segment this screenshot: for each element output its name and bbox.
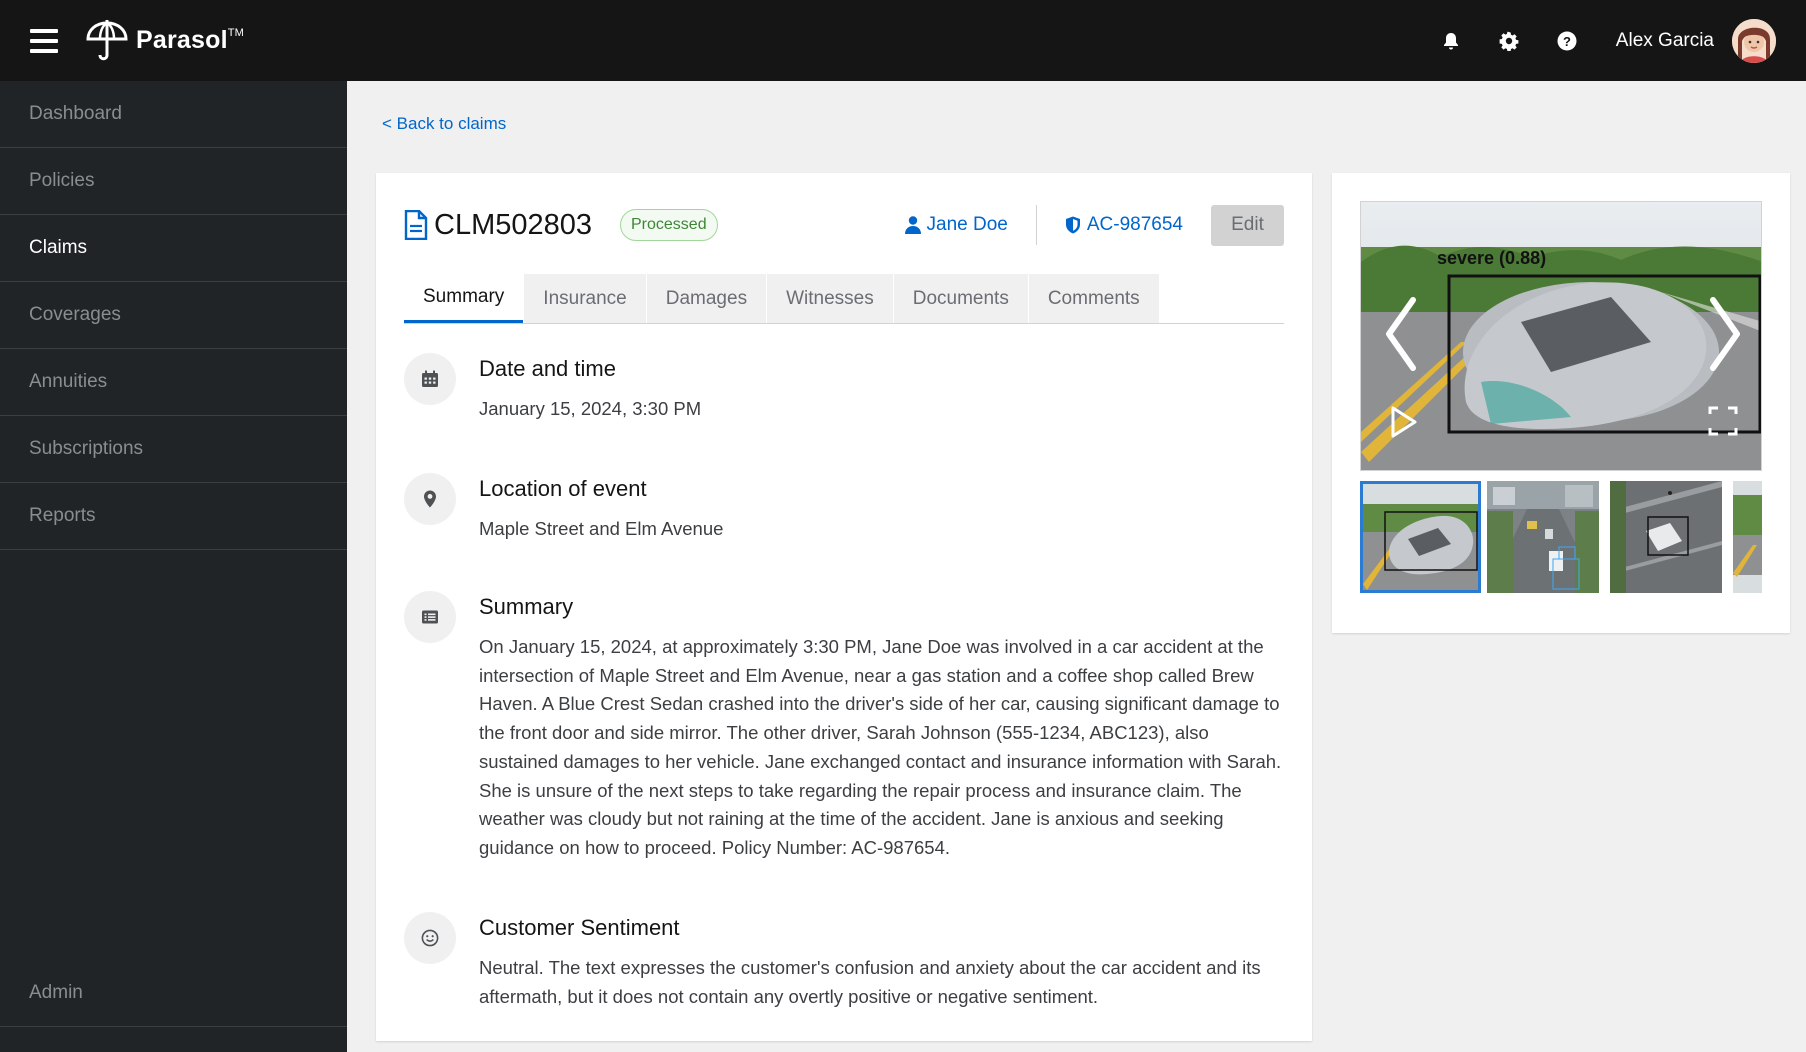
calendar-icon [404,353,456,405]
thumbnail-strip [1360,481,1762,593]
thumbnail-3[interactable] [1610,481,1722,593]
tab-damages[interactable]: Damages [645,274,767,323]
sidebar-item-coverages[interactable]: Coverages [0,282,347,349]
sidebar-item-subscriptions[interactable]: Subscriptions [0,416,347,483]
sidebar-item-dashboard[interactable]: Dashboard [0,81,347,148]
summary-title: Summary [479,594,574,619]
list-icon [404,591,456,643]
sentiment-value: Neutral. The text expresses the customer… [479,957,1261,1007]
divider [1035,205,1037,245]
claim-tabs: Summary Insurance Damages Witnesses Docu… [404,274,1284,324]
back-to-claims-link[interactable]: < Back to claims [382,114,506,134]
datetime-value: January 15, 2024, 3:30 PM [479,398,702,419]
svg-text:?: ? [1563,34,1571,49]
tab-insurance[interactable]: Insurance [523,274,646,323]
user-name[interactable]: Alex Garcia [1616,30,1714,52]
sidebar-item-annuities[interactable]: Annuities [0,349,347,416]
claim-details-card: CLM502803 Processed Jane Doe AC-987654 E… [376,173,1312,1041]
sidebar-item-admin[interactable]: Admin [0,959,347,1027]
status-badge: Processed [620,209,718,241]
datetime-title: Date and time [479,356,616,381]
help-icon[interactable]: ? [1556,30,1578,52]
accident-photo: severe (0.88) [1361,202,1761,470]
thumbnail-1[interactable] [1360,481,1481,593]
customer-link[interactable]: Jane Doe [904,214,1008,236]
thumbnail-4[interactable] [1733,481,1762,593]
tab-summary[interactable]: Summary [404,274,524,323]
sidebar-item-reports[interactable]: Reports [0,483,347,550]
avatar[interactable] [1732,18,1776,63]
svg-text:severe (0.88): severe (0.88) [1437,248,1546,268]
damage-image-card: severe (0.88) [1332,173,1790,633]
tab-comments[interactable]: Comments [1027,274,1159,323]
summary-value: On January 15, 2024, at approximately 3:… [479,636,1282,858]
menu-icon[interactable] [30,28,58,53]
document-icon [404,210,428,240]
brand-name: ParasolTM [136,26,245,54]
policy-number: AC-987654 [1086,214,1183,235]
sidebar-item-policies[interactable]: Policies [0,148,347,215]
image-viewer[interactable]: severe (0.88) [1360,201,1762,471]
claim-id: CLM502803 [434,208,592,241]
location-title: Location of event [479,476,647,501]
policy-link[interactable]: AC-987654 [1065,214,1183,236]
gear-icon[interactable] [1498,30,1520,52]
brand-logo[interactable]: ParasolTM [86,19,244,63]
tab-documents[interactable]: Documents [892,274,1028,323]
sidebar: Dashboard Policies Claims Coverages Annu… [0,81,347,1052]
top-bar: ParasolTM ? Alex Garcia [0,0,1806,81]
location-pin-icon [404,473,456,525]
sentiment-title: Customer Sentiment [479,915,680,940]
claim-header: CLM502803 Processed Jane Doe AC-987654 E… [404,203,1284,247]
thumbnail-2[interactable] [1487,481,1599,593]
bell-icon[interactable] [1440,30,1462,52]
tab-witnesses[interactable]: Witnesses [766,274,893,323]
umbrella-icon [86,19,128,60]
shield-icon [1065,216,1080,234]
user-icon [904,216,921,234]
smile-icon [404,912,456,964]
sidebar-item-claims[interactable]: Claims [0,215,347,282]
location-value: Maple Street and Elm Avenue [479,518,724,539]
edit-button[interactable]: Edit [1211,204,1284,246]
customer-name: Jane Doe [926,214,1008,235]
